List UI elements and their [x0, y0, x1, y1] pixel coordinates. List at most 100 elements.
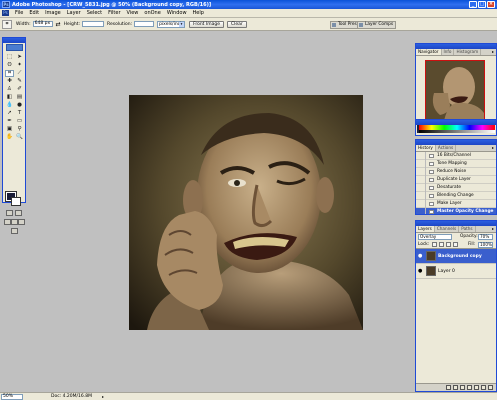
- slice-tool-icon[interactable]: ⟋: [15, 70, 24, 77]
- history-brush-source-toggle[interactable]: [417, 192, 426, 200]
- tab-paths[interactable]: Paths: [459, 226, 476, 232]
- window-title-bar[interactable]: Ps Adobe Photoshop - [CRW_5831.jpg @ 50%…: [0, 0, 497, 9]
- pen-tool-icon[interactable]: ✒: [5, 118, 14, 125]
- move-tool-icon[interactable]: ➤: [15, 54, 24, 61]
- resolution-field[interactable]: [134, 21, 155, 27]
- width-field[interactable]: 648 px: [32, 21, 53, 27]
- standard-screen-mode-icon[interactable]: [4, 219, 11, 225]
- dodge-tool-icon[interactable]: ●: [15, 102, 24, 109]
- adobe-online-icon[interactable]: [6, 44, 23, 51]
- status-menu-arrow-icon[interactable]: ▸: [102, 394, 104, 399]
- maximize-button[interactable]: □: [478, 1, 486, 8]
- eyedropper-tool-icon[interactable]: ⚲: [15, 126, 24, 133]
- history-state[interactable]: Tone Mapping: [416, 160, 496, 168]
- fill-field[interactable]: 100%: [478, 242, 493, 248]
- history-state[interactable]: Desaturate: [416, 184, 496, 192]
- standard-mode-icon[interactable]: [6, 210, 13, 216]
- background-color-swatch[interactable]: [11, 197, 21, 206]
- history-brush-source-toggle[interactable]: [417, 176, 426, 184]
- history-state[interactable]: Blending Change: [416, 192, 496, 200]
- layer-row-background-copy[interactable]: ● Background copy: [416, 249, 496, 264]
- swap-dimensions-icon[interactable]: ⇄: [56, 21, 61, 28]
- lock-all-icon[interactable]: [453, 242, 458, 247]
- minimize-button[interactable]: _: [469, 1, 477, 8]
- lock-image-icon[interactable]: [439, 242, 444, 247]
- jump-to-imageready-icon[interactable]: [11, 228, 18, 234]
- trash-icon[interactable]: [488, 385, 493, 390]
- add-mask-icon[interactable]: [460, 385, 465, 390]
- new-layer-icon[interactable]: [481, 385, 486, 390]
- grayscale-ramp[interactable]: [419, 130, 495, 133]
- zoom-tool-icon[interactable]: 🔍: [15, 134, 24, 141]
- tab-info[interactable]: Info: [442, 49, 455, 55]
- menu-select[interactable]: Select: [84, 10, 105, 16]
- lasso-tool-icon[interactable]: ʘ: [5, 62, 14, 69]
- quick-mask-mode-icon[interactable]: [15, 210, 22, 216]
- tab-histogram[interactable]: Histogram: [454, 49, 482, 55]
- crop-tool-preset-icon[interactable]: ⌗: [2, 19, 12, 29]
- eraser-tool-icon[interactable]: ◧: [5, 94, 14, 101]
- history-brush-source-toggle[interactable]: [417, 160, 426, 168]
- toolbox-title-bar[interactable]: [3, 38, 25, 43]
- menu-layer[interactable]: Layer: [64, 10, 84, 16]
- history-brush-tool-icon[interactable]: ✐: [15, 86, 24, 93]
- history-brush-source-toggle[interactable]: [417, 200, 426, 208]
- shape-tool-icon[interactable]: ▭: [15, 118, 24, 125]
- tab-history[interactable]: History: [416, 145, 436, 151]
- history-state[interactable]: Reduce Noise: [416, 168, 496, 176]
- lock-position-icon[interactable]: [446, 242, 451, 247]
- new-group-icon[interactable]: [474, 385, 479, 390]
- notes-tool-icon[interactable]: ▣: [5, 126, 14, 133]
- history-brush-source-toggle[interactable]: [417, 184, 426, 192]
- photoshop-menu-icon[interactable]: Ps: [2, 10, 9, 16]
- menu-onone[interactable]: onOne: [141, 10, 163, 16]
- history-brush-source-toggle[interactable]: [417, 168, 426, 176]
- history-state[interactable]: Duplicate Layer: [416, 176, 496, 184]
- type-tool-icon[interactable]: T: [15, 110, 24, 117]
- panel-menu-arrow-icon[interactable]: ▸: [492, 145, 496, 151]
- brush-tool-icon[interactable]: ✎: [15, 78, 24, 85]
- full-screen-mode-icon[interactable]: [18, 219, 25, 225]
- menu-window[interactable]: Window: [164, 10, 190, 16]
- blur-tool-icon[interactable]: 💧: [5, 102, 14, 109]
- navigator-thumbnail[interactable]: [425, 60, 485, 120]
- layer-row-layer-0[interactable]: ● Layer 0: [416, 264, 496, 279]
- path-selection-tool-icon[interactable]: ➚: [5, 110, 14, 117]
- link-layers-icon[interactable]: [446, 385, 451, 390]
- eye-icon[interactable]: ●: [418, 268, 424, 274]
- eye-icon[interactable]: ●: [418, 253, 424, 259]
- tab-navigator[interactable]: Navigator: [416, 49, 442, 55]
- healing-brush-tool-icon[interactable]: ✚: [5, 78, 14, 85]
- front-image-button[interactable]: Front Image: [189, 20, 224, 28]
- history-state[interactable]: Make Layer: [416, 200, 496, 208]
- document-canvas-image[interactable]: [129, 95, 363, 330]
- history-brush-source-toggle[interactable]: [417, 208, 426, 214]
- menu-edit[interactable]: Edit: [26, 10, 42, 16]
- layer-style-icon[interactable]: [453, 385, 458, 390]
- menu-view[interactable]: View: [124, 10, 142, 16]
- tab-actions[interactable]: Actions: [436, 145, 457, 151]
- layer-comps-tab[interactable]: Layer Comps: [357, 21, 397, 29]
- menu-help[interactable]: Help: [190, 10, 207, 16]
- panel-menu-arrow-icon[interactable]: ▸: [492, 49, 496, 55]
- new-adjustment-layer-icon[interactable]: [467, 385, 472, 390]
- tab-channels[interactable]: Channels: [435, 226, 460, 232]
- history-brush-source-toggle[interactable]: [417, 152, 426, 160]
- menu-filter[interactable]: Filter: [105, 10, 123, 16]
- magic-wand-tool-icon[interactable]: ✦: [15, 62, 24, 69]
- blend-mode-select[interactable]: Overlay: [418, 234, 452, 240]
- marquee-tool-icon[interactable]: ⬚: [5, 54, 14, 61]
- hand-tool-icon[interactable]: ✋: [5, 134, 14, 141]
- full-screen-menu-mode-icon[interactable]: [11, 219, 18, 225]
- resolution-unit-select[interactable]: pixels/inch ▾: [157, 20, 186, 28]
- height-field[interactable]: [82, 21, 105, 27]
- menu-file[interactable]: File: [12, 10, 26, 16]
- gradient-tool-icon[interactable]: ▤: [15, 94, 24, 101]
- menu-image[interactable]: Image: [42, 10, 64, 16]
- tab-layers[interactable]: Layers: [416, 226, 435, 232]
- history-state[interactable]: 16 Bits/Channel: [416, 152, 496, 160]
- clear-button[interactable]: Clear: [226, 20, 247, 28]
- panel-menu-arrow-icon[interactable]: ▸: [492, 226, 496, 232]
- lock-transparency-icon[interactable]: [432, 242, 437, 247]
- crop-tool-icon[interactable]: ⌗: [5, 70, 14, 77]
